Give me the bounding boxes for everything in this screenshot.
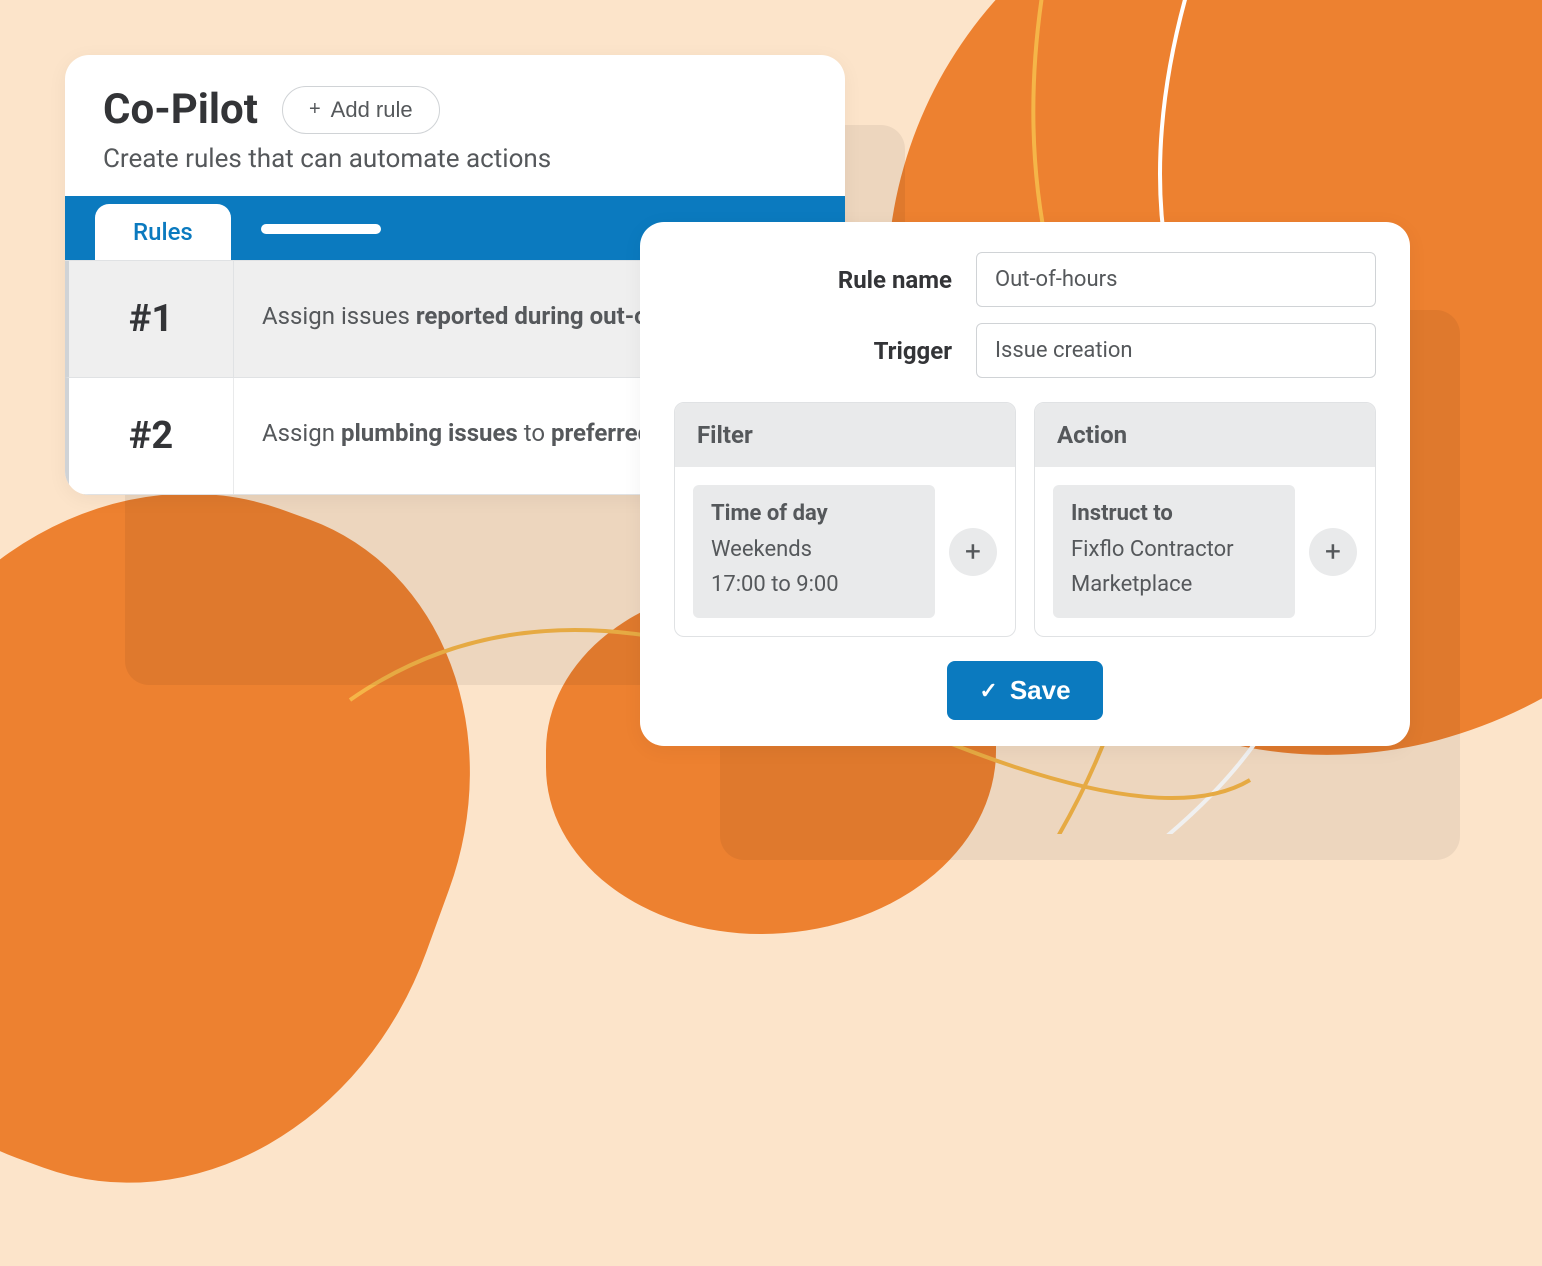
page-title: Co-Pilot (103, 85, 258, 134)
add-rule-label: Add rule (331, 97, 413, 123)
page-subtitle: Create rules that can automate actions (103, 144, 807, 174)
check-icon: ✓ (979, 678, 997, 704)
panels-row: Filter Time of day Weekends 17:00 to 9:0… (674, 402, 1376, 637)
trigger-input[interactable] (976, 323, 1376, 378)
add-rule-button[interactable]: + Add rule (282, 86, 440, 134)
rule-detail-card: Rule name Trigger Filter Time of day Wee… (640, 222, 1410, 746)
form-row: Rule name (674, 252, 1376, 307)
action-line: Fixflo Contractor Marketplace (1071, 532, 1277, 602)
filter-content[interactable]: Time of day Weekends 17:00 to 9:00 (693, 485, 935, 618)
form-row: Trigger (674, 323, 1376, 378)
add-filter-button[interactable]: + (949, 528, 997, 576)
panel-body: Time of day Weekends 17:00 to 9:00 + (675, 467, 1015, 636)
panel-body: Instruct to Fixflo Contractor Marketplac… (1035, 467, 1375, 636)
save-button[interactable]: ✓ Save (947, 661, 1102, 720)
filter-header: Filter (675, 403, 1015, 467)
card-header: Co-Pilot + Add rule Create rules that ca… (65, 55, 845, 196)
save-label: Save (1010, 675, 1071, 706)
filter-line: 17:00 to 9:00 (711, 567, 917, 602)
action-content[interactable]: Instruct to Fixflo Contractor Marketplac… (1053, 485, 1295, 618)
rule-number: #2 (69, 378, 234, 494)
plus-icon: + (309, 98, 321, 121)
tab-placeholder[interactable] (261, 224, 381, 234)
action-title: Instruct to (1071, 501, 1277, 526)
add-action-button[interactable]: + (1309, 528, 1357, 576)
tab-rules[interactable]: Rules (95, 204, 231, 260)
action-panel: Action Instruct to Fixflo Contractor Mar… (1034, 402, 1376, 637)
save-row: ✓ Save (674, 661, 1376, 720)
rule-number: #1 (69, 261, 234, 377)
rule-name-input[interactable] (976, 252, 1376, 307)
filter-panel: Filter Time of day Weekends 17:00 to 9:0… (674, 402, 1016, 637)
filter-title: Time of day (711, 501, 917, 526)
action-header: Action (1035, 403, 1375, 467)
filter-line: Weekends (711, 532, 917, 567)
plus-icon: + (965, 535, 981, 568)
rule-name-label: Rule name (838, 266, 952, 294)
plus-icon: + (1325, 535, 1341, 568)
trigger-label: Trigger (874, 337, 952, 365)
